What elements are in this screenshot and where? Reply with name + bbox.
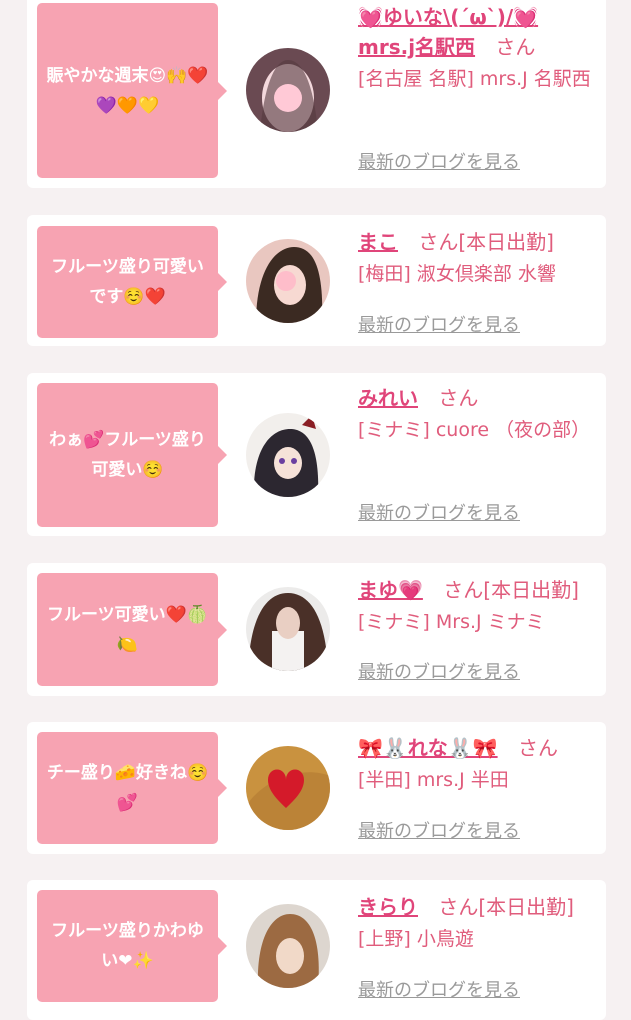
shop-label: [ミナミ] Mrs.J ミナミ: [358, 611, 545, 633]
comment-text: フルーツ盛りかわゆい❤✨: [51, 921, 204, 971]
latest-blog-link[interactable]: 最新のブログを見る: [358, 311, 520, 337]
latest-blog-link[interactable]: 最新のブログを見る: [358, 976, 520, 1002]
latest-blog-link[interactable]: 最新のブログを見る: [358, 499, 520, 525]
profile-info: 🎀🐰れな🐰🎀 さん [半田] mrs.J 半田: [358, 733, 594, 795]
name-suffix: さん[本日出勤]: [443, 578, 579, 602]
comment-text: わぁ💕フルーツ盛り可愛い☺️: [49, 430, 206, 480]
shop-label: [ミナミ] cuore （夜の部）: [358, 419, 591, 441]
girl-name-link[interactable]: きらり: [358, 895, 418, 919]
avatar[interactable]: [246, 48, 330, 132]
comment-text: フルーツ盛り可愛いです☺️❤️: [51, 257, 204, 307]
avatar-image: [246, 413, 330, 497]
avatar[interactable]: [246, 413, 330, 497]
girl-name-link[interactable]: まこ: [358, 230, 398, 254]
comment-text: チー盛り🧀好きね☺️💕: [46, 763, 209, 813]
comment-bubble: フルーツ盛りかわゆい❤✨: [37, 890, 227, 1002]
blog-card: フルーツ盛りかわゆい❤✨ きらり さん[本日出勤] [上野] 小鳥遊 最新のブロ…: [27, 880, 606, 1020]
avatar-image: [246, 587, 330, 671]
avatar[interactable]: [246, 239, 330, 323]
comment-bubble: チー盛り🧀好きね☺️💕: [37, 732, 227, 844]
avatar[interactable]: [246, 904, 330, 988]
avatar[interactable]: [246, 587, 330, 671]
blog-card: フルーツ可愛い❤️🍈🍋 まゆ💗 さん[本日出勤] [ミナミ] Mrs.J ミナミ…: [27, 563, 606, 696]
blog-card: 賑やかな週末😍🙌❤️💜🧡💛 💓ゆいな\(´ω`)/💓mrs.j名駅西 さん [名…: [27, 0, 606, 188]
girl-name-link[interactable]: みれい: [358, 386, 418, 410]
avatar-image: [246, 746, 330, 830]
avatar[interactable]: [246, 746, 330, 830]
shop-label: [名古屋 名駅] mrs.J 名駅西: [358, 68, 591, 90]
name-suffix: さん[本日出勤]: [418, 230, 554, 254]
avatar-image: [246, 904, 330, 988]
name-suffix: さん: [517, 736, 558, 760]
girl-name-link[interactable]: まゆ💗: [358, 578, 423, 602]
shop-label: [梅田] 淑女倶楽部 水響: [358, 263, 556, 285]
latest-blog-link[interactable]: 最新のブログを見る: [358, 658, 520, 684]
comment-bubble: フルーツ盛り可愛いです☺️❤️: [37, 226, 227, 338]
shop-label: [半田] mrs.J 半田: [358, 769, 509, 791]
name-suffix: さん: [438, 386, 479, 410]
latest-blog-link[interactable]: 最新のブログを見る: [358, 148, 520, 174]
profile-info: きらり さん[本日出勤] [上野] 小鳥遊: [358, 892, 594, 954]
avatar-image: [246, 48, 330, 132]
comment-bubble: 賑やかな週末😍🙌❤️💜🧡💛: [37, 3, 227, 178]
profile-info: みれい さん [ミナミ] cuore （夜の部）: [358, 383, 594, 445]
blog-card: フルーツ盛り可愛いです☺️❤️ まこ さん[本日出勤] [梅田] 淑女倶楽部 水…: [27, 215, 606, 346]
profile-info: まゆ💗 さん[本日出勤] [ミナミ] Mrs.J ミナミ: [358, 575, 594, 637]
latest-blog-link[interactable]: 最新のブログを見る: [358, 817, 520, 843]
comment-bubble: わぁ💕フルーツ盛り可愛い☺️: [37, 383, 227, 527]
girl-name-link[interactable]: 🎀🐰れな🐰🎀: [358, 736, 498, 760]
profile-info: 💓ゆいな\(´ω`)/💓mrs.j名駅西 さん [名古屋 名駅] mrs.J 名…: [358, 2, 594, 94]
shop-label: [上野] 小鳥遊: [358, 928, 474, 950]
comment-bubble: フルーツ可愛い❤️🍈🍋: [37, 573, 227, 686]
name-suffix: さん: [495, 35, 536, 59]
avatar-image: [246, 239, 330, 323]
profile-info: まこ さん[本日出勤] [梅田] 淑女倶楽部 水響: [358, 227, 594, 289]
comment-text: 賑やかな週末😍🙌❤️💜🧡💛: [46, 65, 209, 116]
name-suffix: さん[本日出勤]: [438, 895, 574, 919]
blog-card: チー盛り🧀好きね☺️💕 🎀🐰れな🐰🎀 さん [半田] mrs.J 半田 最新のブ…: [27, 722, 606, 854]
blog-card: わぁ💕フルーツ盛り可愛い☺️ みれい さん [ミナミ] cuore （夜の部） …: [27, 373, 606, 536]
comment-text: フルーツ可愛い❤️🍈🍋: [47, 604, 208, 655]
